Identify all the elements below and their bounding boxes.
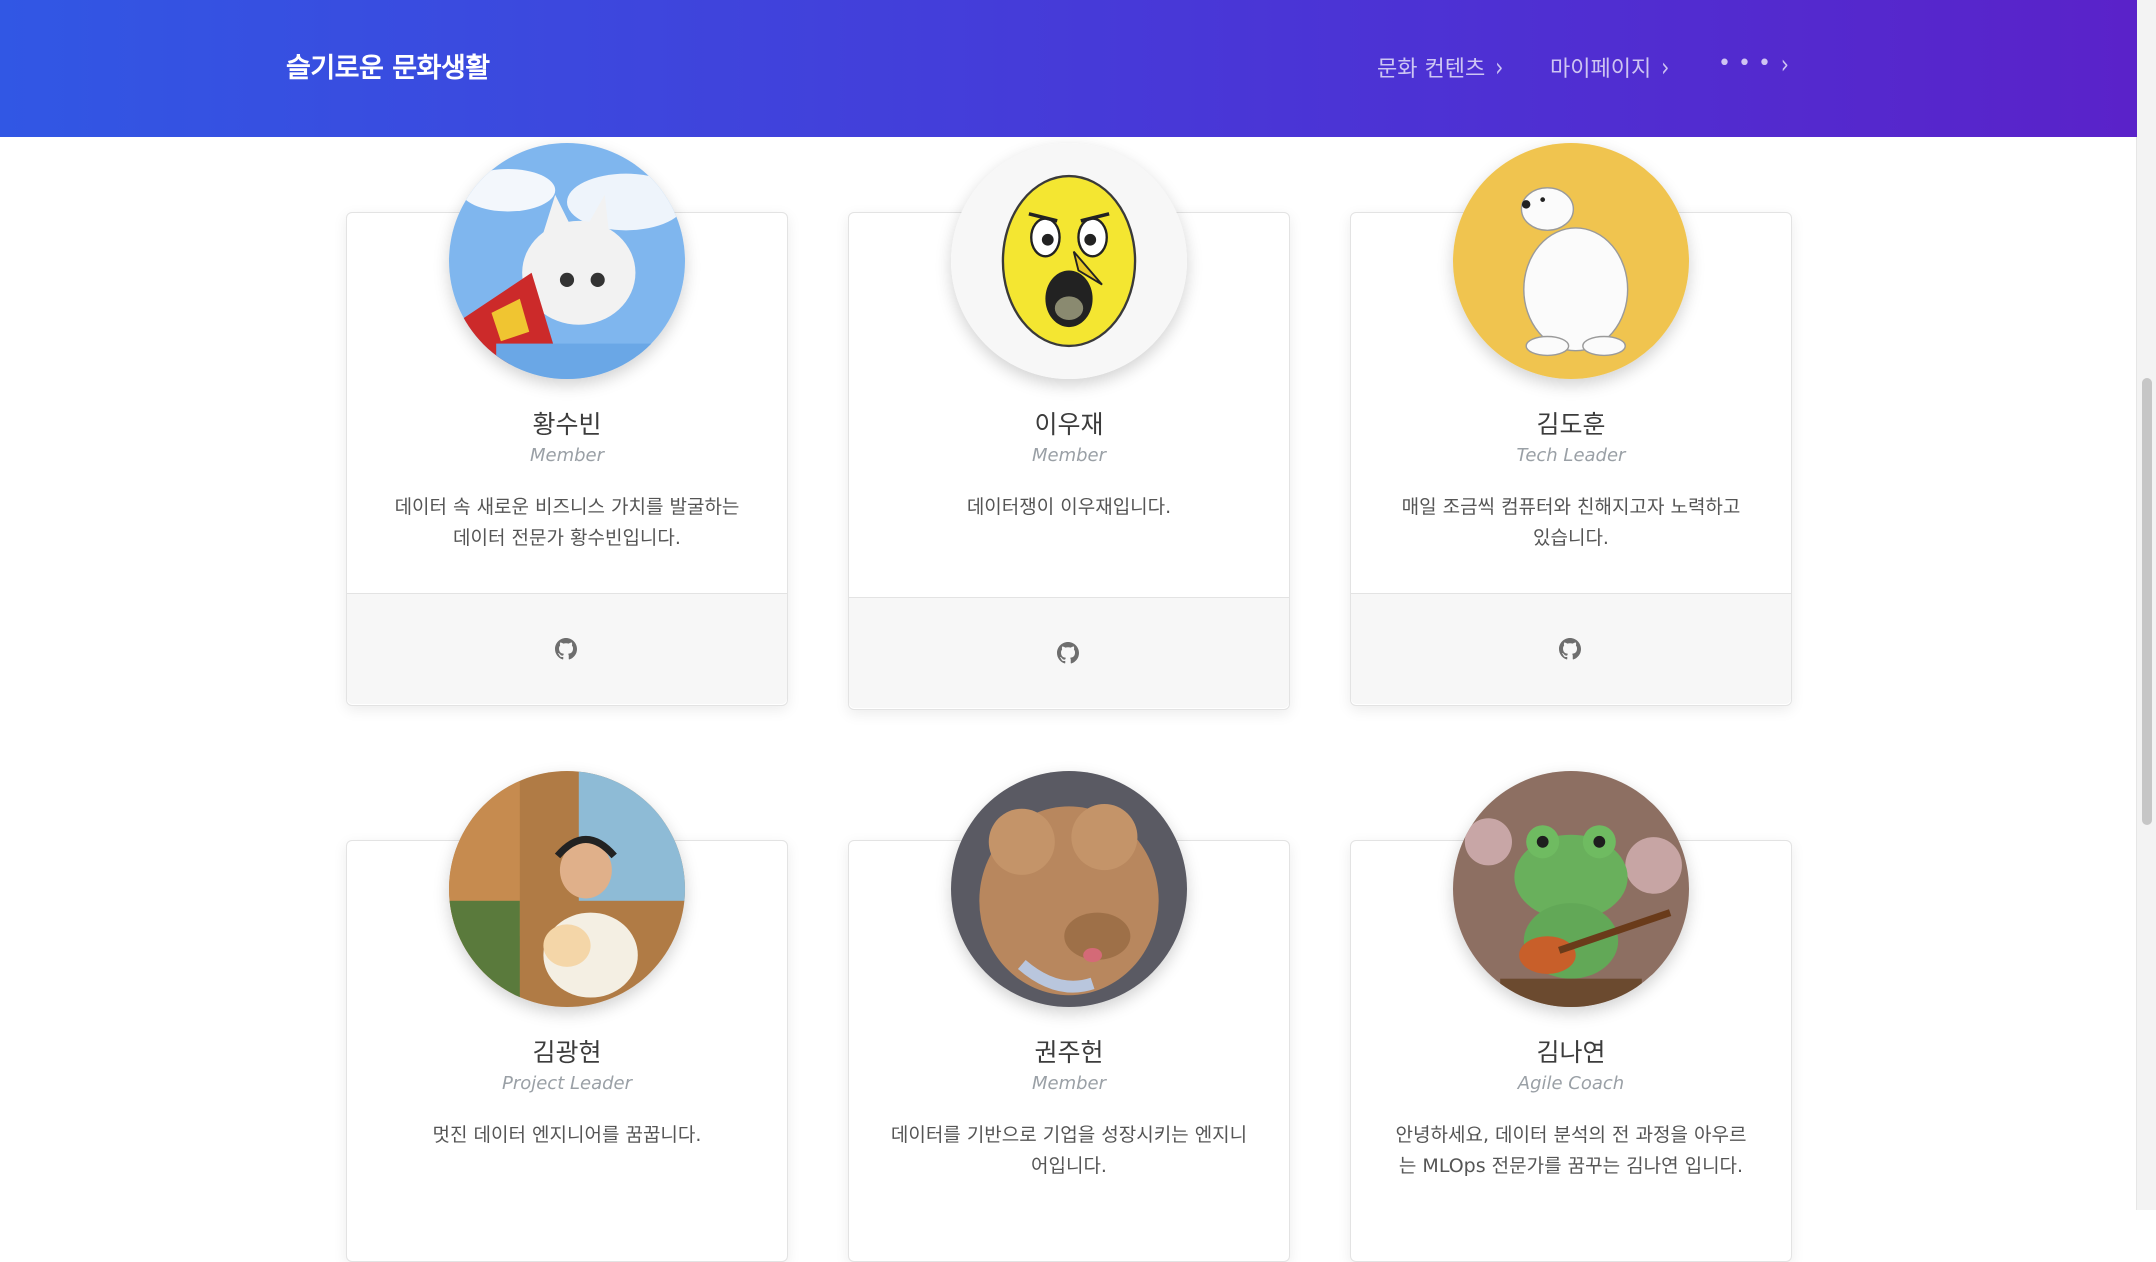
chevron-right-icon: › bbox=[1495, 51, 1504, 83]
avatar-frog-doll-photo bbox=[1453, 771, 1689, 1007]
card-footer bbox=[849, 597, 1289, 708]
avatar-poodle-photo bbox=[951, 771, 1187, 1007]
card-footer bbox=[347, 593, 787, 704]
member-description: 데이터를 기반으로 기업을 성장시키는 엔지니어입니다. bbox=[890, 1124, 1248, 1177]
avatar bbox=[449, 143, 685, 379]
member-role: Tech Leader bbox=[1516, 445, 1626, 466]
avatar bbox=[951, 771, 1187, 1007]
github-icon[interactable] bbox=[1559, 638, 1581, 660]
team-card: 김나연 Agile Coach 안녕하세요, 데이터 분석의 전 과정을 아우르… bbox=[1350, 771, 1792, 1262]
nav-item-label: 마이페이지 bbox=[1550, 57, 1652, 82]
team-card: 황수빈 Member 데이터 속 새로운 비즈니스 가치를 발굴하는 데이터 전… bbox=[346, 143, 788, 706]
member-name: 김도훈 bbox=[1536, 410, 1606, 439]
team-card: 김도훈 Tech Leader 매일 조금씩 컴퓨터와 친해지고자 노력하고 있… bbox=[1350, 143, 1792, 706]
more-dots-icon: • • • bbox=[1718, 51, 1771, 76]
scrollbar-thumb[interactable] bbox=[2142, 378, 2152, 825]
member-role: Member bbox=[1031, 1073, 1107, 1094]
team-card: 김광현 Project Leader 멋진 데이터 엔지니어를 꿈꿉니다. bbox=[346, 771, 788, 1262]
github-icon[interactable] bbox=[555, 638, 577, 660]
vertical-scrollbar[interactable] bbox=[2136, 0, 2156, 1210]
avatar-cat-photo bbox=[449, 143, 685, 379]
avatar-person-with-dog-photo bbox=[449, 771, 685, 1007]
member-name: 김광현 bbox=[532, 1038, 602, 1067]
team-card: 이우재 Member 데이터쟁이 이우재입니다. bbox=[848, 143, 1290, 710]
avatar-lemon-cartoon bbox=[951, 143, 1187, 379]
chevron-right-icon: › bbox=[1661, 51, 1670, 83]
member-description: 안녕하세요, 데이터 분석의 전 과정을 아우르는 MLOps 전문가를 꿈꾸는… bbox=[1395, 1124, 1747, 1177]
nav-item-label: 문화 컨텐츠 bbox=[1377, 57, 1486, 82]
top-navbar: 슬기로운 문화생활 문화 컨텐츠 › 마이페이지 › • • • › bbox=[0, 0, 2137, 137]
nav-item-mypage[interactable]: 마이페이지 › bbox=[1550, 51, 1669, 83]
member-description: 데이터 속 새로운 비즈니스 가치를 발굴하는 데이터 전문가 황수빈입니다. bbox=[394, 496, 740, 549]
avatar bbox=[951, 143, 1187, 379]
member-name: 김나연 bbox=[1536, 1038, 1606, 1067]
card-footer bbox=[1351, 593, 1791, 704]
member-description: 멋진 데이터 엔지니어를 꿈꿉니다. bbox=[432, 1124, 702, 1146]
member-role: Agile Coach bbox=[1517, 1073, 1625, 1094]
member-role: Member bbox=[1031, 445, 1107, 466]
member-name: 이우재 bbox=[1034, 410, 1104, 439]
brand-title[interactable]: 슬기로운 문화생활 bbox=[286, 46, 490, 85]
avatar bbox=[449, 771, 685, 1007]
avatar-polar-bear-drawing bbox=[1453, 143, 1689, 379]
member-role: Member bbox=[529, 445, 605, 466]
avatar bbox=[1453, 143, 1689, 379]
team-card: 권주헌 Member 데이터를 기반으로 기업을 성장시키는 엔지니어입니다. bbox=[848, 771, 1290, 1262]
member-description: 매일 조금씩 컴퓨터와 친해지고자 노력하고 있습니다. bbox=[1401, 496, 1741, 549]
avatar bbox=[1453, 771, 1689, 1007]
nav-item-culture-content[interactable]: 문화 컨텐츠 › bbox=[1377, 51, 1503, 83]
github-icon[interactable] bbox=[1057, 642, 1079, 664]
member-name: 권주헌 bbox=[1034, 1038, 1104, 1067]
member-name: 황수빈 bbox=[532, 410, 602, 439]
chevron-right-icon: › bbox=[1780, 47, 1789, 80]
member-description: 데이터쟁이 이우재입니다. bbox=[966, 496, 1172, 518]
nav-item-more[interactable]: • • • › bbox=[1718, 47, 1789, 80]
member-role: Project Leader bbox=[501, 1073, 633, 1094]
